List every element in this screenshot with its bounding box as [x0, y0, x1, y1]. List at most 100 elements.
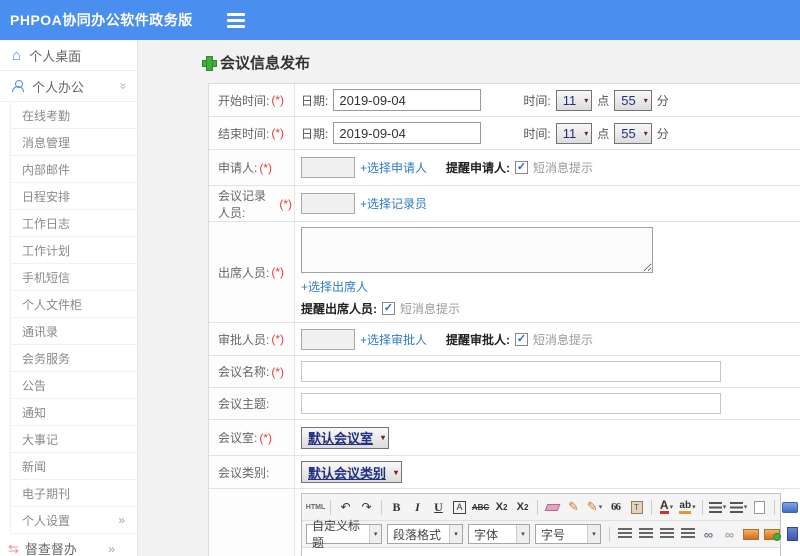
superscript-button[interactable]: X2 [492, 497, 511, 517]
insert-link-icon[interactable]: ∞ [699, 524, 718, 544]
required-mark: (*) [271, 364, 285, 379]
sidebar-item-announcement[interactable]: 公告 [11, 372, 137, 399]
choose-applicant-link[interactable]: +选择申请人 [360, 159, 427, 176]
justify-icon[interactable] [678, 524, 697, 544]
subscript-button[interactable]: X2 [513, 497, 532, 517]
strikethrough-button[interactable]: ABC [471, 497, 490, 517]
heading-select[interactable]: 自定义标题 ▾ [306, 519, 382, 550]
remove-link-icon[interactable]: ∞ [720, 524, 739, 544]
date-label: 日期: [301, 93, 329, 108]
start-hour-select[interactable]: 11 ▾ [555, 89, 593, 111]
format-painter-icon[interactable]: ✎ [564, 497, 583, 517]
applicant-sms-checkbox[interactable]: ✓ [515, 161, 529, 174]
meeting-topic-label: 会议主题: [218, 397, 270, 411]
meeting-room-select[interactable]: 默认会议室 ▾ [301, 426, 390, 449]
new-document-icon[interactable] [750, 497, 769, 517]
choose-attendees-link[interactable]: +选择出席人 [301, 278, 368, 295]
meeting-topic-input[interactable] [301, 393, 721, 414]
choose-recorder-link[interactable]: +选择记录员 [360, 195, 427, 212]
end-hour-select[interactable]: 11 ▾ [555, 122, 593, 144]
minute-unit: 分 [656, 126, 669, 141]
approver-input[interactable] [301, 328, 355, 350]
italic-button[interactable]: I [408, 497, 427, 517]
font-frame-button[interactable]: A [453, 500, 466, 514]
align-left-icon[interactable] [615, 524, 634, 544]
bold-button[interactable]: B [387, 497, 406, 517]
sidebar-item-desktop[interactable]: ⌂ 个人桌面 [0, 40, 137, 71]
align-center-icon[interactable] [636, 524, 655, 544]
sidebar-item-work-plan[interactable]: 工作计划 [11, 237, 137, 264]
insert-media-icon[interactable] [783, 524, 800, 544]
redo-icon[interactable]: ↷ [357, 497, 376, 517]
sidebar-item-schedule[interactable]: 日程安排 [11, 183, 137, 210]
insert-image-icon[interactable] [741, 524, 760, 544]
pen-dropdown-icon[interactable]: ✎ ▾ [585, 497, 604, 517]
row-meeting-category: 会议类别: 默认会议类别 ▾ [209, 456, 800, 489]
blockquote-button[interactable]: 66 [606, 497, 625, 517]
attendees-textarea[interactable] [301, 227, 653, 273]
eraser-icon[interactable] [543, 497, 562, 517]
recorder-input[interactable] [301, 193, 355, 214]
end-date-input[interactable] [333, 122, 482, 144]
underline-button[interactable]: U [429, 497, 448, 517]
row-applicant: 申请人: (*) +选择申请人 提醒申请人: ✓ 短消息提示 [209, 150, 800, 186]
sidebar-item-contacts[interactable]: 通讯录 [11, 318, 137, 345]
editor-toolbar-row1: HTML ↶ ↷ B I U A ABC X2 X2 ✎ ✎ ▾ 66 T A … [302, 494, 798, 521]
page-title: 会议信息发布 [202, 52, 800, 73]
choose-approver-link[interactable]: +选择审批人 [360, 331, 427, 348]
sidebar-item-work-log[interactable]: 工作日志 [11, 210, 137, 237]
font-size-select[interactable]: 字号 ▾ [535, 524, 601, 544]
dropdown-arrow-icon: ▾ [584, 95, 589, 105]
html-source-button[interactable]: HTML [306, 497, 325, 517]
approver-sms-checkbox[interactable]: ✓ [515, 332, 529, 346]
font-color-button[interactable]: A ▾ [657, 497, 676, 517]
time-label: 时间: [523, 93, 551, 108]
start-minute-select[interactable]: 55 ▾ [614, 89, 652, 111]
sidebar-item-notice[interactable]: 通知 [11, 399, 137, 426]
font-family-select[interactable]: 字体 ▾ [468, 524, 530, 544]
shuffle-icon: ⇆ [8, 540, 19, 556]
menu-toggle-button[interactable] [226, 12, 245, 28]
sidebar-item-news[interactable]: 新闻 [11, 453, 137, 480]
sms-hint-label: 短消息提示 [533, 161, 594, 175]
ordered-list-button[interactable]: ▾ [708, 497, 727, 517]
recorder-label: 会议记录人员: [218, 188, 267, 220]
start-date-input[interactable] [333, 89, 482, 111]
chevron-down-icon: » [116, 82, 131, 90]
sidebar-item-memorabilia[interactable]: 大事记 [11, 426, 137, 453]
dropdown-arrow-icon: ▾ [587, 525, 600, 543]
meeting-category-label: 会议类别: [218, 465, 270, 480]
editor-content-area[interactable] [302, 548, 780, 556]
sidebar-item-office[interactable]: 个人办公 » [0, 71, 137, 102]
sidebar-item-attendance[interactable]: 在线考勤 [11, 102, 137, 129]
dropdown-arrow-icon: ▾ [643, 95, 648, 105]
fullscreen-icon[interactable] [780, 497, 799, 517]
required-mark: (*) [271, 126, 285, 140]
sidebar-item-supervision[interactable]: ⇆ 督查督办 » [0, 534, 137, 556]
applicant-input[interactable] [301, 157, 355, 178]
sidebar-item-e-journal[interactable]: 电子期刊 [11, 480, 137, 507]
undo-icon[interactable]: ↶ [336, 497, 355, 517]
sidebar-item-personal-settings[interactable]: 个人设置 » [11, 507, 137, 534]
highlight-color-button[interactable]: ab ▾ [678, 497, 697, 517]
attendees-sms-checkbox[interactable]: ✓ [382, 302, 395, 315]
sidebar-item-messages[interactable]: 消息管理 [11, 129, 137, 156]
align-right-icon[interactable] [657, 524, 676, 544]
sidebar-item-internal-mail[interactable]: 内部邮件 [11, 156, 137, 183]
hour-unit: 点 [597, 93, 610, 108]
meeting-category-select[interactable]: 默认会议类别 ▾ [301, 461, 403, 483]
meeting-name-input[interactable] [301, 361, 721, 382]
main-content: 会议信息发布 开始时间:(*) 日期: 时间: 11▾ 点 55▾ 分 [138, 40, 800, 556]
upload-image-icon[interactable] [762, 524, 781, 544]
end-minute-select[interactable]: 55 ▾ [614, 122, 652, 144]
paste-template-icon[interactable]: T [627, 497, 646, 517]
sidebar-item-sms[interactable]: 手机短信 [11, 264, 137, 291]
required-mark: (*) [271, 332, 285, 346]
unordered-list-button[interactable]: ▾ [729, 497, 748, 517]
dropdown-arrow-icon: ▾ [449, 525, 462, 543]
sidebar-item-file-cabinet[interactable]: 个人文件柜 [11, 291, 137, 318]
editor-toolbar-row2: 自定义标题 ▾ 段落格式 ▾ 字体 ▾ 字号 ▾ ∞ ∞ [302, 519, 798, 550]
chevron-right-icon: » [118, 513, 125, 527]
sidebar-item-meeting-service[interactable]: 会务服务 [11, 345, 137, 372]
paragraph-select[interactable]: 段落格式 ▾ [387, 524, 463, 544]
